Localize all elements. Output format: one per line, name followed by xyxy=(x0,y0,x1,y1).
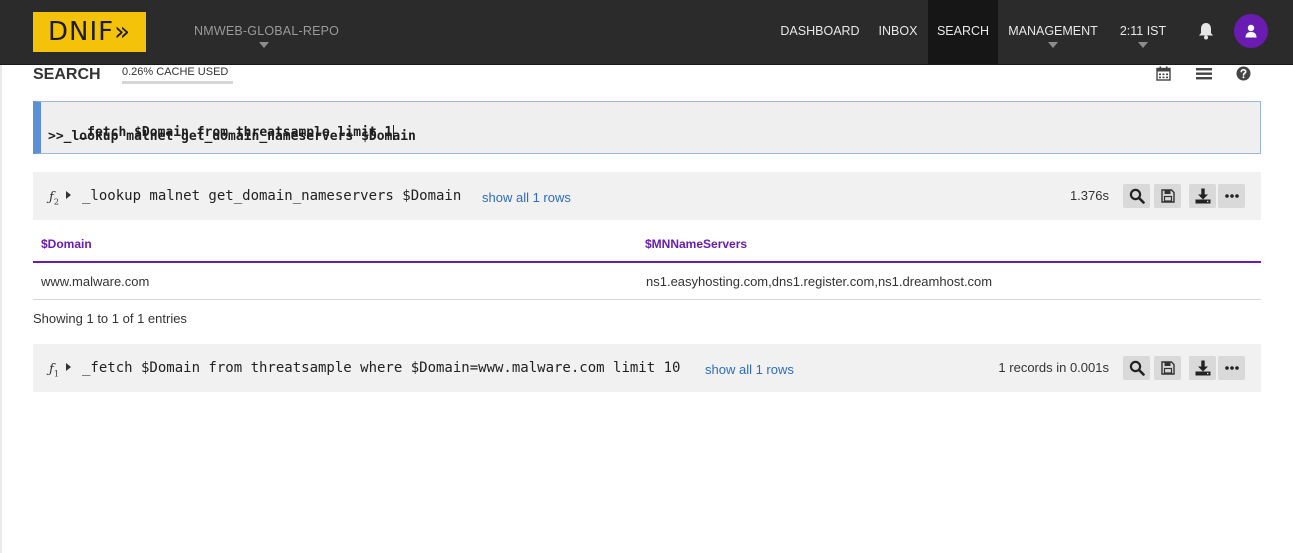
help-icon[interactable] xyxy=(1236,66,1252,82)
query-line-2[interactable]: >>_lookup malnet get_domain_nameservers … xyxy=(48,129,416,144)
page-title: SEARCH xyxy=(33,66,101,83)
search-icon xyxy=(1129,188,1145,204)
function-index: 1 xyxy=(53,369,59,379)
search-icon xyxy=(1129,360,1145,376)
download-button[interactable] xyxy=(1189,356,1216,380)
cell-nameservers: ns1.easyhosting.com,dns1.register.com,ns… xyxy=(646,274,993,289)
user-avatar[interactable] xyxy=(1234,14,1268,48)
left-edge-divider xyxy=(0,65,2,553)
more-options-button[interactable] xyxy=(1218,184,1245,208)
function-index: 2 xyxy=(53,197,59,207)
time-dropdown-icon[interactable] xyxy=(1138,42,1148,48)
management-dropdown-icon[interactable] xyxy=(1048,42,1058,48)
list-icon[interactable] xyxy=(1196,66,1212,82)
nav-management[interactable]: MANAGEMENT xyxy=(1000,0,1106,64)
function-label: ƒ1 xyxy=(49,362,59,379)
result-panel-2: ƒ2 _lookup malnet get_domain_nameservers… xyxy=(33,172,1261,220)
more-icon xyxy=(1224,366,1239,370)
save-icon xyxy=(1160,361,1175,375)
save-button[interactable] xyxy=(1154,356,1181,380)
repo-dropdown-icon[interactable] xyxy=(259,42,269,48)
expand-caret-icon[interactable] xyxy=(66,363,71,371)
save-button[interactable] xyxy=(1154,184,1181,208)
nav-time[interactable]: 2:11 IST xyxy=(1110,0,1176,64)
expand-caret-icon[interactable] xyxy=(66,191,71,199)
search-button[interactable] xyxy=(1123,184,1150,208)
download-button[interactable] xyxy=(1189,184,1216,208)
results-table: $Domain $MNNameServers www.malware.com n… xyxy=(33,228,1261,300)
table-header: $Domain $MNNameServers xyxy=(33,228,1261,263)
logo-text: DNIF» xyxy=(48,17,131,47)
download-icon xyxy=(1195,360,1210,376)
dnif-logo[interactable]: DNIF» xyxy=(33,12,146,52)
panel-query-text: _lookup malnet get_domain_nameservers $D… xyxy=(82,188,462,204)
column-header-nameservers[interactable]: $MNNameServers xyxy=(645,237,747,251)
top-navbar: DNIF» NMWEB-GLOBAL-REPO DASHBOARD INBOX … xyxy=(0,0,1293,65)
nav-inbox[interactable]: INBOX xyxy=(870,0,926,64)
nav-dashboard[interactable]: DASHBOARD xyxy=(774,0,866,64)
table-row[interactable]: www.malware.com ns1.easyhosting.com,dns1… xyxy=(33,263,1261,300)
more-options-button[interactable] xyxy=(1218,356,1245,380)
column-header-domain[interactable]: $Domain xyxy=(41,237,92,251)
cache-usage-indicator: 0.26% CACHE USED xyxy=(122,66,233,84)
calendar-icon[interactable] xyxy=(1156,66,1172,82)
show-all-rows-link[interactable]: show all 1 rows xyxy=(705,362,794,377)
panel-query-text: _fetch $Domain from threatsample where $… xyxy=(82,360,681,376)
query-timing: 1 records in 0.001s xyxy=(998,360,1109,375)
search-button[interactable] xyxy=(1123,356,1150,380)
cell-domain: www.malware.com xyxy=(41,274,150,289)
download-icon xyxy=(1195,188,1210,204)
more-icon xyxy=(1224,194,1239,198)
repo-selector[interactable]: NMWEB-GLOBAL-REPO xyxy=(194,24,339,38)
function-label: ƒ2 xyxy=(49,190,59,207)
table-entries-info: Showing 1 to 1 of 1 entries xyxy=(33,311,187,326)
user-icon xyxy=(1245,24,1257,38)
save-icon xyxy=(1160,189,1175,203)
query-timing: 1.376s xyxy=(1069,188,1109,203)
query-editor[interactable]: _fetch $Domain from threatsample limit 1… xyxy=(33,101,1261,154)
result-panel-1: ƒ1 _fetch $Domain from threatsample wher… xyxy=(33,344,1261,392)
show-all-rows-link[interactable]: show all 1 rows xyxy=(482,190,571,205)
nav-search[interactable]: SEARCH xyxy=(928,0,998,64)
notification-bell-icon[interactable] xyxy=(1198,22,1214,40)
